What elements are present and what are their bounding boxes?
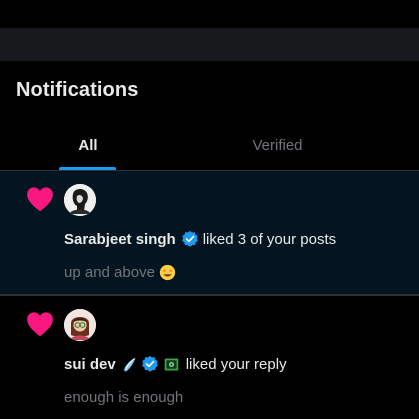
post-snippet-text: up and above xyxy=(64,264,155,281)
notification-item[interactable]: Sarabjeet singh liked 3 of your posts up… xyxy=(0,171,419,294)
user-name[interactable]: sui dev xyxy=(64,356,116,373)
avatar-image xyxy=(64,309,96,341)
avatar-image xyxy=(64,184,96,216)
tab-verified[interactable]: Verified xyxy=(176,120,379,170)
post-snippet-text: enough is enough xyxy=(64,389,184,406)
notification-text: Sarabjeet singh liked 3 of your posts xyxy=(64,230,336,248)
post-snippet[interactable]: up and above xyxy=(64,264,176,281)
dollar-banknote-emoji-icon xyxy=(164,358,178,370)
droplet-emoji-icon xyxy=(123,357,136,371)
tab-verified-label: Verified xyxy=(252,136,303,154)
avatar[interactable] xyxy=(64,184,96,216)
verified-badge-icon xyxy=(141,355,158,372)
user-name[interactable]: Sarabjeet singh xyxy=(64,231,176,248)
star-struck-emoji-icon xyxy=(159,264,176,281)
tab-all-label: All xyxy=(78,136,98,154)
notification-tabs: All Verified xyxy=(0,120,419,171)
tab-all[interactable]: All xyxy=(0,120,176,170)
post-snippet[interactable]: enough is enough xyxy=(64,389,183,406)
notification-action: liked 3 of your posts xyxy=(202,230,337,248)
heart-icon xyxy=(27,312,53,337)
notification-action: liked your reply xyxy=(185,355,287,373)
top-search-bar xyxy=(0,28,419,61)
heart-icon xyxy=(27,187,53,212)
verified-badge-icon xyxy=(181,230,198,247)
avatar[interactable] xyxy=(64,309,96,341)
page-title: Notifications xyxy=(16,79,139,101)
notification-text: sui dev liked your reply xyxy=(64,355,287,373)
notification-item[interactable]: sui dev liked your reply enough is enoug… xyxy=(0,296,419,419)
